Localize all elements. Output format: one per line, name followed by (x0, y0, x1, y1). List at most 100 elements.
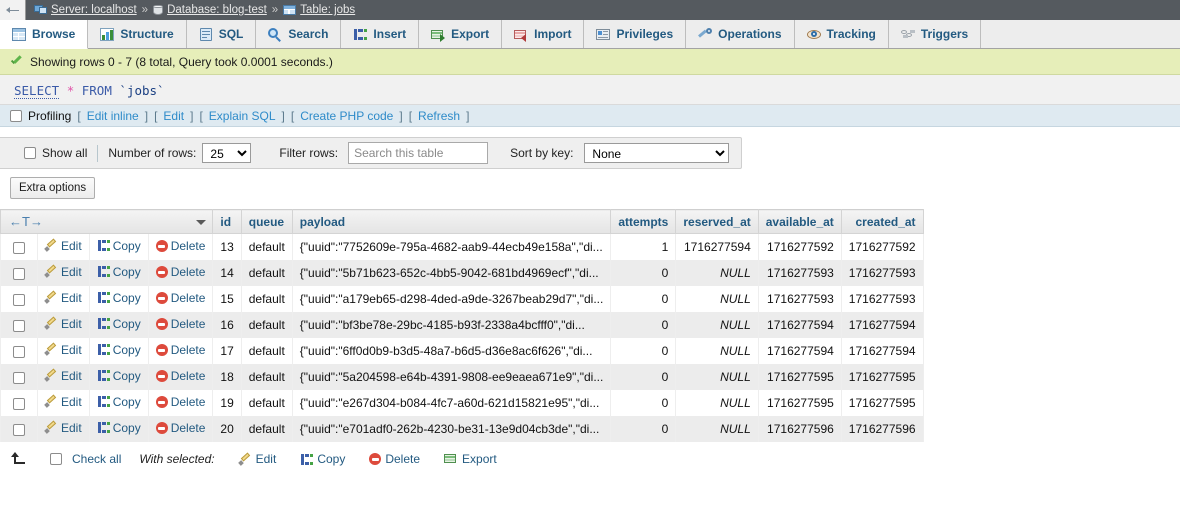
row-checkbox[interactable] (13, 293, 25, 306)
row-edit-link[interactable]: Edit (44, 395, 82, 409)
cell-id[interactable]: 20 (212, 416, 242, 442)
row-checkbox[interactable] (13, 371, 25, 384)
create-php-code-link[interactable]: Create PHP code (300, 109, 393, 123)
cell-payload[interactable]: {"uuid":"5b71b623-652c-4bb5-9042-681bd49… (291, 260, 612, 286)
row-delete-link[interactable]: Delete (155, 395, 205, 409)
cell-reserved-at[interactable]: 1716277594 (675, 233, 759, 260)
explain-sql-link[interactable]: Explain SQL (209, 109, 276, 123)
cell-attempts[interactable]: 0 (610, 364, 677, 390)
cell-available-at[interactable]: 1716277594 (757, 338, 842, 364)
cell-payload[interactable]: {"uuid":"bf3be78e-29bc-4185-b93f-2338a4b… (291, 312, 612, 338)
cell-attempts[interactable]: 0 (610, 416, 677, 442)
column-header-reserved-at[interactable]: reserved_at (675, 209, 759, 234)
refresh-link[interactable]: Refresh (418, 109, 460, 123)
footer-delete-link[interactable]: Delete (369, 452, 420, 466)
cell-created-at[interactable]: 1716277594 (840, 312, 924, 338)
row-edit-link[interactable]: Edit (44, 369, 82, 383)
tab-privileges[interactable]: Privileges (584, 20, 687, 48)
cell-created-at[interactable]: 1716277596 (840, 416, 924, 442)
cell-reserved-at[interactable]: NULL (675, 390, 759, 416)
cell-id[interactable]: 14 (212, 260, 242, 286)
tab-browse[interactable]: Browse (0, 20, 89, 49)
row-copy-link[interactable]: Copy (97, 291, 141, 305)
row-edit-link[interactable]: Edit (44, 291, 82, 305)
check-all-checkbox[interactable] (50, 453, 62, 465)
row-checkbox[interactable] (13, 423, 25, 436)
cell-attempts[interactable]: 0 (610, 312, 677, 338)
row-copy-link[interactable]: Copy (97, 343, 141, 357)
cell-reserved-at[interactable]: NULL (675, 312, 759, 338)
row-checkbox[interactable] (13, 345, 25, 358)
cell-available-at[interactable]: 1716277594 (757, 312, 842, 338)
column-header-available-at[interactable]: available_at (757, 209, 842, 234)
extra-options-button[interactable]: Extra options (10, 177, 96, 199)
row-actions-header[interactable]: ←T→ (0, 209, 214, 234)
row-edit-link[interactable]: Edit (44, 421, 82, 435)
row-copy-link[interactable]: Copy (97, 317, 141, 331)
cell-available-at[interactable]: 1716277595 (757, 390, 842, 416)
cell-attempts[interactable]: 0 (610, 390, 677, 416)
cell-queue[interactable]: default (240, 312, 293, 338)
footer-export-link[interactable]: Export (444, 452, 497, 466)
row-copy-link[interactable]: Copy (97, 265, 141, 279)
cell-payload[interactable]: {"uuid":"a179eb65-d298-4ded-a9de-3267bea… (291, 286, 612, 312)
tab-insert[interactable]: Insert (341, 20, 420, 48)
row-edit-link[interactable]: Edit (44, 265, 82, 279)
cell-created-at[interactable]: 1716277595 (840, 364, 924, 390)
cell-created-at[interactable]: 1716277595 (840, 390, 924, 416)
cell-available-at[interactable]: 1716277596 (757, 416, 842, 442)
breadcrumb-item-database[interactable]: Database: blog-test (153, 4, 267, 16)
cell-payload[interactable]: {"uuid":"e267d304-b084-4fc7-a60d-621d158… (291, 390, 612, 416)
cell-queue[interactable]: default (240, 338, 293, 364)
breadcrumb-item-server[interactable]: Server: localhost (34, 4, 137, 16)
cell-queue[interactable]: default (240, 286, 293, 312)
cell-queue[interactable]: default (240, 233, 293, 260)
tab-tracking[interactable]: Tracking (794, 20, 889, 48)
cell-created-at[interactable]: 1716277593 (840, 260, 924, 286)
edit-link[interactable]: Edit (163, 109, 184, 123)
row-copy-link[interactable]: Copy (97, 239, 141, 253)
column-header-attempts[interactable]: attempts (610, 209, 677, 234)
tab-search[interactable]: Search (256, 20, 342, 48)
cell-payload[interactable]: {"uuid":"e701adf0-262b-4230-be31-13e9d04… (291, 416, 612, 442)
cell-payload[interactable]: {"uuid":"5a204598-e64b-4391-9808-ee9eaea… (291, 364, 612, 390)
number-of-rows-select[interactable]: 2550100250500 (202, 143, 252, 163)
row-delete-link[interactable]: Delete (155, 265, 205, 279)
column-header-id[interactable]: id (212, 209, 242, 234)
cell-id[interactable]: 15 (212, 286, 242, 312)
select-all-arrow-icon[interactable] (10, 452, 26, 466)
row-checkbox[interactable] (13, 241, 25, 254)
column-header-payload[interactable]: payload (291, 209, 612, 234)
tab-triggers[interactable]: Triggers (888, 20, 982, 48)
row-checkbox[interactable] (13, 319, 25, 332)
cell-payload[interactable]: {"uuid":"7752609e-795a-4682-aab9-44ecb49… (291, 233, 612, 260)
row-edit-link[interactable]: Edit (44, 239, 82, 253)
cell-created-at[interactable]: 1716277592 (840, 233, 924, 260)
executed-sql-query[interactable]: SELECT * FROM `jobs` (0, 75, 1180, 105)
row-copy-link[interactable]: Copy (97, 395, 141, 409)
row-delete-link[interactable]: Delete (155, 291, 205, 305)
row-delete-link[interactable]: Delete (155, 421, 205, 435)
show-all-checkbox[interactable] (24, 147, 36, 159)
cell-reserved-at[interactable]: NULL (675, 286, 759, 312)
cell-id[interactable]: 18 (212, 364, 242, 390)
filter-rows-input[interactable] (348, 142, 489, 164)
cell-id[interactable]: 17 (212, 338, 242, 364)
cell-id[interactable]: 13 (212, 233, 242, 260)
cell-attempts[interactable]: 0 (610, 286, 677, 312)
sort-by-key-select[interactable]: NonePRIMARYjobs_queue_index (584, 143, 730, 163)
row-delete-link[interactable]: Delete (155, 317, 205, 331)
column-header-created-at[interactable]: created_at (840, 209, 924, 234)
back-button[interactable] (0, 0, 26, 20)
cell-attempts[interactable]: 0 (610, 338, 677, 364)
cell-created-at[interactable]: 1716277594 (840, 338, 924, 364)
cell-reserved-at[interactable]: NULL (675, 260, 759, 286)
cell-reserved-at[interactable]: NULL (675, 416, 759, 442)
cell-payload[interactable]: {"uuid":"6ff0d0b9-b3d5-48a7-b6d5-d36e8ac… (291, 338, 612, 364)
cell-created-at[interactable]: 1716277593 (840, 286, 924, 312)
cell-available-at[interactable]: 1716277595 (757, 364, 842, 390)
tab-structure[interactable]: Structure (88, 20, 187, 48)
tab-import[interactable]: Import (502, 20, 585, 48)
cell-queue[interactable]: default (240, 416, 293, 442)
cell-available-at[interactable]: 1716277592 (757, 233, 842, 260)
